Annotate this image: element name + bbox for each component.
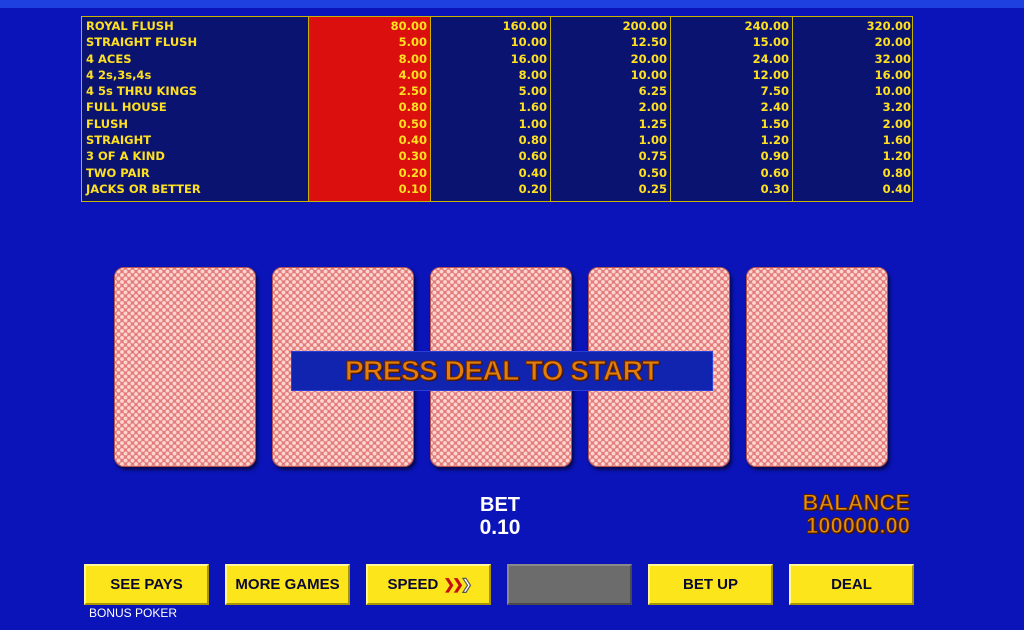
paytable-hand-names: ROYAL FLUSH STRAIGHT FLUSH 4 ACES 4 2s,3s,4… <box>82 17 309 201</box>
paytable-value: 0.20 <box>398 165 427 180</box>
paytable-value: 1.60 <box>518 100 547 115</box>
paytable-column-1: 80.00 5.00 8.00 4.00 2.50 0.80 0.50 0.40 0.30 0.2… <box>309 17 431 201</box>
card-1[interactable] <box>114 267 256 467</box>
paytable-hand-name: STRAIGHT FLUSH <box>86 35 198 50</box>
see-pays-label: SEE PAYS <box>110 576 183 593</box>
paytable-value: 240.00 <box>744 19 789 33</box>
paytable-hand-name: 3 OF A KIND <box>86 149 165 164</box>
paytable-value: 0.25 <box>638 181 667 196</box>
paytable-value: 7.50 <box>760 84 789 99</box>
paytable-hand-name: 4 ACES <box>86 51 132 66</box>
paytable-value: 12.50 <box>630 35 667 50</box>
paytable-value: 0.90 <box>760 149 789 164</box>
paytable-value: 0.50 <box>638 165 667 180</box>
paytable-value: 4.00 <box>398 67 427 82</box>
deal-button[interactable]: DEAL <box>789 564 914 605</box>
paytable-value: 24.00 <box>752 51 789 66</box>
paytable-value: 0.40 <box>518 165 547 180</box>
paytable-value: 20.00 <box>874 35 911 50</box>
blank-button <box>507 564 632 605</box>
paytable-hand-name: 4 2s,3s,4s <box>86 67 152 82</box>
paytable-hand-name: 4 5s THRU KINGS <box>86 84 198 99</box>
paytable-value: 1.20 <box>882 149 911 164</box>
paytable-value: 5.00 <box>398 35 427 50</box>
paytable-value: 0.60 <box>760 165 789 180</box>
paytable-value: 0.80 <box>882 165 911 180</box>
paytable-value: 0.60 <box>518 149 547 164</box>
paytable-column-5: 320.00 20.00 32.00 16.00 10.00 3.20 2.00 1.60 1.… <box>793 17 914 201</box>
bet-up-label: BET UP <box>682 576 738 593</box>
paytable-value: 5.00 <box>518 84 547 99</box>
paytable-hand-name: ROYAL FLUSH <box>86 19 174 33</box>
paytable-value: 2.00 <box>638 100 667 115</box>
paytable-value: 16.00 <box>874 67 911 82</box>
paytable-value: 20.00 <box>630 51 667 66</box>
paytable: ROYAL FLUSH STRAIGHT FLUSH 4 ACES 4 2s,3s,4… <box>81 16 913 202</box>
paytable-value: 80.00 <box>390 19 427 33</box>
paytable-value: 0.40 <box>398 133 427 148</box>
paytable-value: 0.10 <box>398 181 427 196</box>
paytable-value: 2.50 <box>398 84 427 99</box>
paytable-value: 16.00 <box>510 51 547 66</box>
paytable-value: 2.00 <box>882 116 911 131</box>
game-name: BONUS POKER <box>89 606 178 620</box>
paytable-value: 1.50 <box>760 116 789 131</box>
bet-up-button[interactable]: BET UP <box>648 564 773 605</box>
paytable-value: 160.00 <box>502 19 547 33</box>
paytable-value: 12.00 <box>752 67 789 82</box>
message-text: PRESS DEAL TO START <box>344 355 660 387</box>
paytable-value: 1.00 <box>518 116 547 131</box>
paytable-hand-name: STRAIGHT <box>86 133 152 148</box>
speed-button[interactable]: SPEED ❯❯❯ <box>366 564 491 605</box>
paytable-value: 10.00 <box>510 35 547 50</box>
balance-value: 100000.00 <box>806 513 911 539</box>
bet-label: BET <box>480 494 520 516</box>
bet-value: 0.10 <box>479 516 521 539</box>
top-strip <box>0 0 1024 8</box>
paytable-value: 32.00 <box>874 51 911 66</box>
paytable-value: 15.00 <box>752 35 789 50</box>
paytable-hand-name: FULL HOUSE <box>86 100 167 115</box>
paytable-column-3: 200.00 12.50 20.00 10.00 6.25 2.00 1.25 1.00 0.7… <box>551 17 671 201</box>
deal-label: DEAL <box>831 576 872 593</box>
paytable-value: 0.20 <box>518 181 547 196</box>
paytable-value: 3.20 <box>882 100 911 115</box>
paytable-value: 1.60 <box>882 133 911 148</box>
paytable-column-4: 240.00 15.00 24.00 12.00 7.50 2.40 1.50 1.20 0.9… <box>671 17 793 201</box>
paytable-value: 8.00 <box>398 51 427 66</box>
paytable-value: 10.00 <box>874 84 911 99</box>
paytable-value: 1.25 <box>638 116 667 131</box>
paytable-value: 10.00 <box>630 67 667 82</box>
paytable-value: 0.40 <box>882 181 911 196</box>
paytable-value: 8.00 <box>518 67 547 82</box>
paytable-value: 2.40 <box>760 100 789 115</box>
paytable-value: 200.00 <box>622 19 667 33</box>
paytable-value: 6.25 <box>638 84 667 99</box>
speed-label: SPEED <box>387 576 439 593</box>
paytable-hand-name: FLUSH <box>86 116 129 131</box>
paytable-value: 0.80 <box>518 133 547 148</box>
paytable-value: 0.75 <box>638 149 667 164</box>
paytable-value: 0.30 <box>760 181 789 196</box>
paytable-column-2: 160.00 10.00 16.00 8.00 5.00 1.60 1.00 0.80 0.60… <box>431 17 551 201</box>
more-games-button[interactable]: MORE GAMES <box>225 564 350 605</box>
paytable-hand-name: JACKS OR BETTER <box>86 181 201 196</box>
more-games-label: MORE GAMES <box>235 576 340 593</box>
paytable-value: 0.50 <box>398 116 427 131</box>
paytable-value: 0.80 <box>398 100 427 115</box>
card-5[interactable] <box>746 267 888 467</box>
paytable-value: 1.20 <box>760 133 789 148</box>
paytable-value: 320.00 <box>866 19 911 33</box>
paytable-hand-name: TWO PAIR <box>86 165 150 180</box>
see-pays-button[interactable]: SEE PAYS <box>84 564 209 605</box>
message-banner: PRESS DEAL TO START <box>291 351 713 391</box>
paytable-value: 1.00 <box>638 133 667 148</box>
paytable-value: 0.30 <box>398 149 427 164</box>
speed-chevrons-icon: ❯❯❯ <box>443 576 472 593</box>
